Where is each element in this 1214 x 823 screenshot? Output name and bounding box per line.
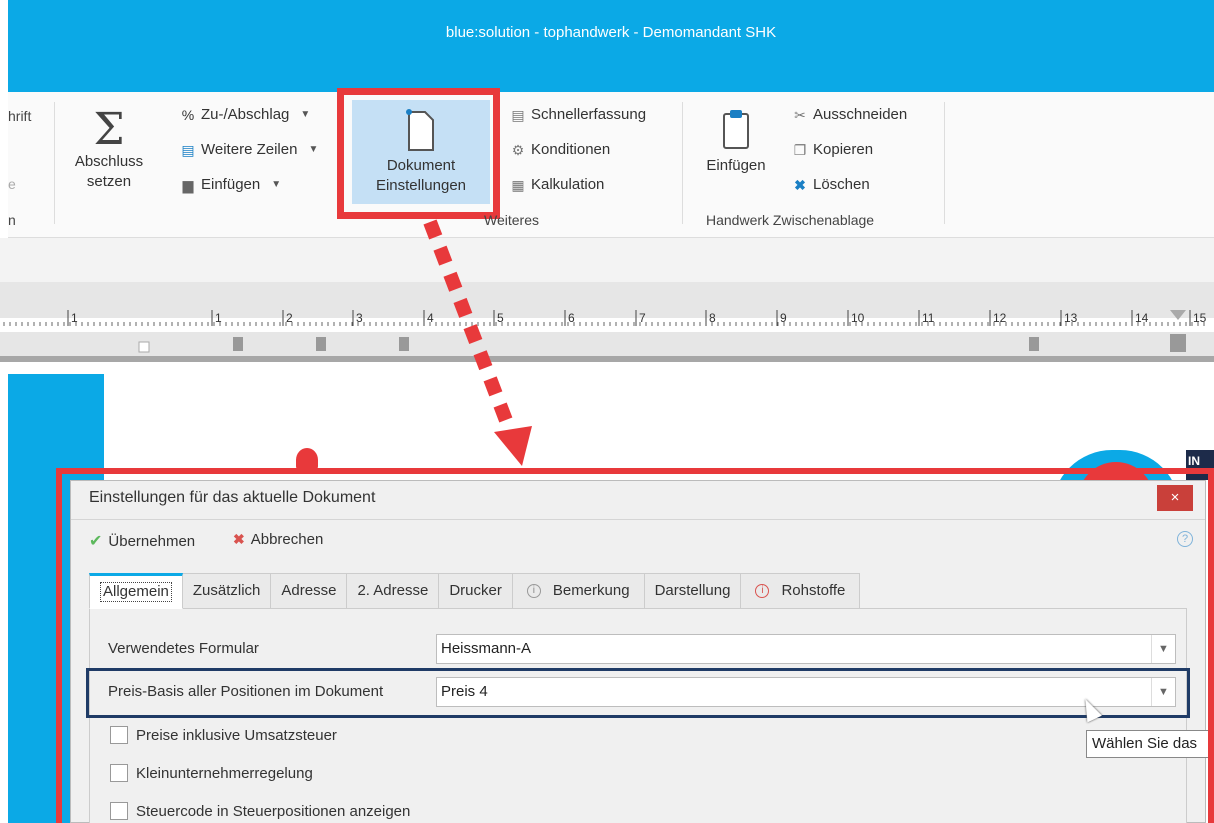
abschluss-setzen-button[interactable]: Σ Abschluss setzen xyxy=(66,108,152,192)
kalkulation-label: Kalkulation xyxy=(531,176,605,193)
tab-label: Drucker xyxy=(449,582,502,599)
tab-label: Allgemein xyxy=(100,582,172,602)
zu-abschlag-label: Zu-/Abschlag xyxy=(201,106,290,123)
tab-label: Adresse xyxy=(281,582,337,599)
tooltip: Wählen Sie das xyxy=(1086,730,1214,758)
formular-value: Heissmann-A xyxy=(441,640,532,657)
window-title: blue:solution - tophandwerk - Demomandan… xyxy=(445,24,777,41)
checkbox-preise-inkl-ust[interactable]: Preise inklusive Umsatzsteuer xyxy=(110,726,337,744)
chevron-down-icon[interactable]: ▼ xyxy=(1151,635,1175,663)
dokument-button-highlight xyxy=(337,88,500,219)
ribbon-separator xyxy=(682,102,683,224)
chevron-down-icon: ▼ xyxy=(300,109,311,120)
tab-drucker[interactable]: Drucker xyxy=(439,573,513,609)
formular-select[interactable]: Heissmann-A ▼ xyxy=(436,634,1176,664)
calculator-icon: ▦ xyxy=(511,176,525,193)
schnellerfassung-button[interactable]: ▤ Schnellerfassung xyxy=(510,106,646,123)
chevron-down-icon: ▼ xyxy=(308,144,319,155)
cancel-button[interactable]: ✖ Abbrechen xyxy=(233,531,323,548)
konditionen-button[interactable]: ⚙ Konditionen xyxy=(510,141,611,158)
info-icon: i xyxy=(755,584,770,598)
tab-label: Rohstoffe xyxy=(781,582,846,599)
tab-label: 2. Adresse xyxy=(357,582,429,599)
tab-zusaetzlich[interactable]: Zusätzlich xyxy=(182,573,272,609)
help-icon[interactable]: ? xyxy=(1177,531,1193,547)
toolbar-band xyxy=(0,238,1214,282)
ruler[interactable] xyxy=(0,282,1214,362)
kalkulation-button[interactable]: ▦ Kalkulation xyxy=(510,176,604,193)
weiteres-group-label: Weiteres xyxy=(484,212,539,228)
preisbasis-highlight xyxy=(86,668,1190,718)
apply-button[interactable]: ✔ Übernehmen xyxy=(89,531,195,551)
ausschneiden-label: Ausschneiden xyxy=(813,106,908,123)
dialog-divider xyxy=(71,519,1205,520)
apply-label: Übernehmen xyxy=(108,532,196,550)
tab-rohstoffe[interactable]: i Rohstoffe xyxy=(741,573,861,609)
checkbox-label: Preise inklusive Umsatzsteuer xyxy=(136,726,337,744)
chevron-down-icon: ▼ xyxy=(271,179,282,190)
tab-bar: Allgemein Zusätzlich Adresse 2. Adresse … xyxy=(89,573,861,609)
einfuegen-dropdown-button[interactable]: ▆ Einfügen ▼ xyxy=(180,176,282,193)
tab-bemerkung[interactable]: i Bemerkung xyxy=(512,573,645,609)
insert-icon: ▆ xyxy=(182,176,194,193)
ribbon-separator xyxy=(54,102,55,224)
info-icon: i xyxy=(526,584,541,598)
ausschneiden-button[interactable]: ✂ Ausschneiden xyxy=(792,106,907,123)
copy-icon: ❐ xyxy=(793,141,807,158)
zu-abschlag-button[interactable]: % Zu-/Abschlag ▼ xyxy=(180,106,311,123)
tab-darstellung[interactable]: Darstellung xyxy=(644,573,742,609)
ribbon-partial-label-3: n xyxy=(8,212,16,228)
checkbox-box[interactable] xyxy=(110,726,128,744)
check-icon: ✔ xyxy=(89,533,103,550)
weitere-zeilen-button[interactable]: ▤ Weitere Zeilen ▼ xyxy=(180,141,318,158)
loeschen-button[interactable]: ✖ Löschen xyxy=(792,176,870,193)
weitere-zeilen-label: Weitere Zeilen xyxy=(201,141,298,158)
checkbox-steuercode[interactable]: Steuercode in Steuerpositionen anzeigen xyxy=(110,802,410,820)
dialog-title: Einstellungen für das aktuelle Dokument xyxy=(89,489,376,506)
tab-label: Darstellung xyxy=(654,582,731,599)
abschluss-label-2: setzen xyxy=(86,173,132,190)
konditionen-label: Konditionen xyxy=(531,141,611,158)
tab-label: Zusätzlich xyxy=(192,582,261,599)
flame-logo-icon xyxy=(296,448,318,472)
checkbox-box[interactable] xyxy=(110,764,128,782)
ruler-strip xyxy=(0,318,1214,332)
conditions-icon: ⚙ xyxy=(511,141,525,158)
einfuegen-paste-button[interactable]: Einfügen xyxy=(696,104,776,176)
delete-icon: ✖ xyxy=(794,176,806,193)
einfuegen-small-label: Einfügen xyxy=(201,176,261,193)
title-bar: blue:solution - tophandwerk - Demomandan… xyxy=(0,0,1214,92)
add-rows-icon: ▤ xyxy=(181,141,195,158)
sigma-icon: Σ xyxy=(93,104,125,155)
cancel-label: Abbrechen xyxy=(250,531,324,548)
percent-icon: % xyxy=(181,106,195,123)
company-logo-text: IN xyxy=(1186,450,1214,480)
tab-2-adresse[interactable]: 2. Adresse xyxy=(347,573,440,609)
einfuegen-big-label: Einfügen xyxy=(706,157,766,174)
ribbon-partial-label-2: e xyxy=(8,176,16,192)
close-icon: ✖ xyxy=(233,531,245,547)
checkbox-label: Steuercode in Steuerpositionen anzeigen xyxy=(136,802,411,820)
clipboard-icon xyxy=(696,104,776,156)
schnellerfassung-label: Schnellerfassung xyxy=(531,106,647,123)
abschluss-label-1: Abschluss xyxy=(74,153,144,170)
ribbon-partial-label: hrift xyxy=(8,108,32,124)
loeschen-label: Löschen xyxy=(813,176,870,193)
tab-label: Bemerkung xyxy=(552,582,630,599)
close-button[interactable]: × xyxy=(1157,485,1193,511)
kopieren-button[interactable]: ❐ Kopieren xyxy=(792,141,873,158)
form-icon: ▤ xyxy=(511,106,525,123)
tab-adresse[interactable]: Adresse xyxy=(271,573,348,609)
formular-label: Verwendetes Formular xyxy=(108,640,259,657)
checkbox-box[interactable] xyxy=(110,802,128,820)
ribbon-separator xyxy=(944,102,945,224)
scissors-icon: ✂ xyxy=(794,106,806,123)
tab-allgemein[interactable]: Allgemein xyxy=(89,573,183,609)
checkbox-kleinunternehmer[interactable]: Kleinunternehmerregelung xyxy=(110,764,313,782)
checkbox-label: Kleinunternehmerregelung xyxy=(136,764,313,782)
zwischenablage-group-label: Handwerk Zwischenablage xyxy=(706,212,875,228)
kopieren-label: Kopieren xyxy=(813,141,874,158)
